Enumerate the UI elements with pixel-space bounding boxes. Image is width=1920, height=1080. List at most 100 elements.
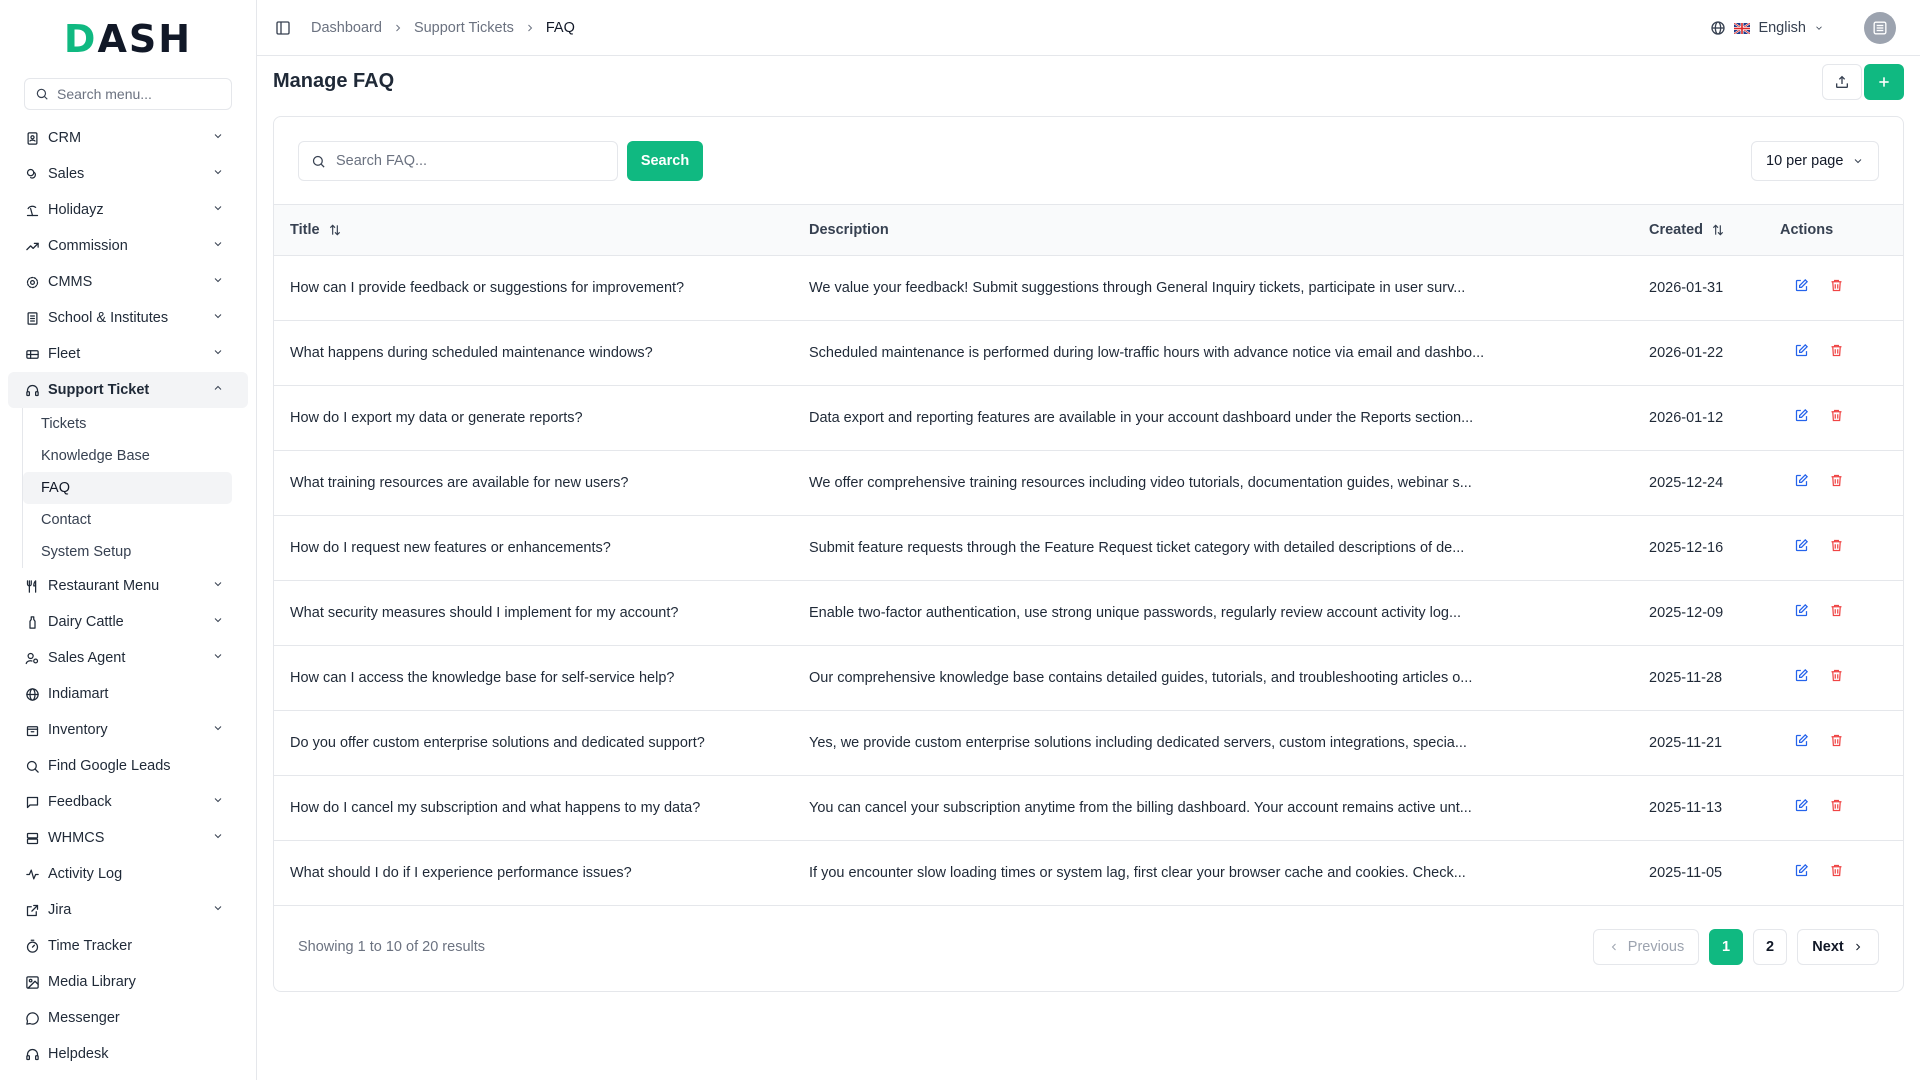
message-icon: [24, 794, 40, 810]
edit-icon[interactable]: [1794, 668, 1809, 687]
chevron-down-icon: [1854, 159, 1862, 164]
chevron-right-icon: [1855, 943, 1860, 951]
search-button[interactable]: Search: [627, 141, 703, 181]
sidebar-item-helpdesk[interactable]: Helpdesk: [8, 1036, 248, 1072]
edit-icon[interactable]: [1794, 473, 1809, 492]
sidebar-item-school-institutes[interactable]: School & Institutes: [8, 300, 248, 336]
edit-icon[interactable]: [1794, 733, 1809, 752]
faq-search-input[interactable]: [336, 153, 596, 169]
sidebar-item-messenger[interactable]: Messenger: [8, 1000, 248, 1036]
chevron-down-icon: [212, 346, 224, 362]
column-header-created[interactable]: Created: [1649, 205, 1780, 256]
beach-icon: [24, 202, 40, 218]
table-row: How do I request new features or enhance…: [274, 515, 1903, 581]
faq-created-cell: 2025-12-24: [1649, 450, 1780, 516]
faq-actions-cell: [1780, 645, 1903, 711]
sidebar-item-fleet[interactable]: Fleet: [8, 336, 248, 372]
add-faq-button[interactable]: [1864, 64, 1904, 100]
faq-description-cell: We value your feedback! Submit suggestio…: [809, 255, 1649, 321]
avatar[interactable]: [1864, 12, 1896, 44]
delete-icon[interactable]: [1829, 278, 1844, 297]
previous-page-button[interactable]: Previous: [1593, 929, 1699, 965]
sidebar-search[interactable]: Search menu...: [24, 78, 232, 110]
chevron-down-icon: [1816, 26, 1822, 30]
edit-icon[interactable]: [1794, 798, 1809, 817]
delete-icon[interactable]: [1829, 408, 1844, 427]
sidebar-item-whmcs[interactable]: WHMCS: [8, 820, 248, 856]
sidebar-item-crm[interactable]: CRM: [8, 120, 248, 156]
sidebar-subitem-knowledge-base[interactable]: Knowledge Base: [23, 440, 232, 472]
sidebar-item-time-tracker[interactable]: Time Tracker: [8, 928, 248, 964]
next-page-button[interactable]: Next: [1797, 929, 1879, 965]
logo-rest: ASH: [97, 17, 193, 61]
faq-actions-cell: [1780, 385, 1903, 451]
sidebar-item-label: Activity Log: [48, 866, 123, 882]
sidebar-item-cmms[interactable]: CMMS: [8, 264, 248, 300]
language-selector[interactable]: English: [1710, 20, 1824, 36]
breadcrumb-support-tickets[interactable]: Support Tickets: [414, 20, 514, 36]
table-row: What should I do if I experience perform…: [274, 840, 1903, 906]
sidebar-item-sales[interactable]: Sales: [8, 156, 248, 192]
breadcrumb-faq: FAQ: [545, 19, 575, 36]
faq-title-cell: What should I do if I experience perform…: [274, 840, 809, 906]
globe-icon: [24, 686, 40, 702]
sidebar-item-jira[interactable]: Jira: [8, 892, 248, 928]
sidebar-item-support-ticket[interactable]: Support Ticket: [8, 372, 248, 408]
sidebar-item-label: Jira: [48, 902, 72, 918]
next-label: Next: [1812, 939, 1844, 955]
sidebar-item-find-google-leads[interactable]: Find Google Leads: [8, 748, 248, 784]
sidebar-subitem-tickets[interactable]: Tickets: [23, 408, 232, 440]
sidebar-item-label: WHMCS: [48, 830, 105, 846]
delete-icon[interactable]: [1829, 798, 1844, 817]
chevron-right-icon: [396, 24, 401, 31]
column-created-label: Created: [1649, 221, 1703, 238]
page-title: Manage FAQ: [273, 70, 395, 92]
delete-icon[interactable]: [1829, 343, 1844, 362]
table-row: How do I cancel my subscription and what…: [274, 775, 1903, 841]
column-header-title[interactable]: Title: [274, 205, 809, 256]
edit-icon[interactable]: [1794, 603, 1809, 622]
main-content: Manage FAQ Search 10 per page Title Desc…: [257, 56, 1920, 1080]
sidebar-item-commission[interactable]: Commission: [8, 228, 248, 264]
sidebar-item-label: Sales Agent: [48, 650, 126, 666]
sidebar-item-indiamart[interactable]: Indiamart: [8, 676, 248, 712]
globe-icon: [1711, 21, 1726, 35]
sidebar-subitem-faq[interactable]: FAQ: [23, 472, 232, 504]
sidebar-item-holidayz[interactable]: Holidayz: [8, 192, 248, 228]
faq-created-cell: 2025-11-21: [1649, 710, 1780, 776]
page-1-button[interactable]: 1: [1709, 929, 1743, 965]
sidebar-toggle-icon[interactable]: [275, 20, 291, 36]
brand-logo[interactable]: D ASH: [0, 0, 256, 78]
sidebar-item-dairy-cattle[interactable]: Dairy Cattle: [8, 604, 248, 640]
faq-description-cell: Submit feature requests through the Feat…: [809, 515, 1649, 581]
page-2-button[interactable]: 2: [1753, 929, 1787, 965]
activity-icon: [24, 866, 40, 882]
delete-icon[interactable]: [1829, 473, 1844, 492]
export-button[interactable]: [1822, 64, 1862, 100]
timer-icon: [24, 938, 40, 954]
sidebar-item-sales-agent[interactable]: Sales Agent: [8, 640, 248, 676]
delete-icon[interactable]: [1829, 733, 1844, 752]
sidebar-subitem-system-setup[interactable]: System Setup: [23, 536, 232, 568]
delete-icon[interactable]: [1829, 603, 1844, 622]
edit-icon[interactable]: [1794, 343, 1809, 362]
faq-search-box[interactable]: [298, 141, 618, 181]
delete-icon[interactable]: [1829, 863, 1844, 882]
edit-icon[interactable]: [1794, 538, 1809, 557]
edit-icon[interactable]: [1794, 863, 1809, 882]
sidebar-subitem-contact[interactable]: Contact: [23, 504, 232, 536]
faq-description-cell: If you encounter slow loading times or s…: [809, 840, 1649, 906]
sidebar-item-inventory[interactable]: Inventory: [8, 712, 248, 748]
sidebar-item-restaurant-menu[interactable]: Restaurant Menu: [8, 568, 248, 604]
edit-icon[interactable]: [1794, 278, 1809, 297]
per-page-select[interactable]: 10 per page: [1751, 141, 1879, 181]
column-description-label: Description: [809, 221, 889, 238]
sidebar-item-feedback[interactable]: Feedback: [8, 784, 248, 820]
sidebar-item-activity-log[interactable]: Activity Log: [8, 856, 248, 892]
delete-icon[interactable]: [1829, 668, 1844, 687]
breadcrumb-dashboard[interactable]: Dashboard: [311, 20, 382, 36]
delete-icon[interactable]: [1829, 538, 1844, 557]
sidebar-item-media-library[interactable]: Media Library: [8, 964, 248, 1000]
chevron-down-icon: [212, 794, 224, 810]
edit-icon[interactable]: [1794, 408, 1809, 427]
